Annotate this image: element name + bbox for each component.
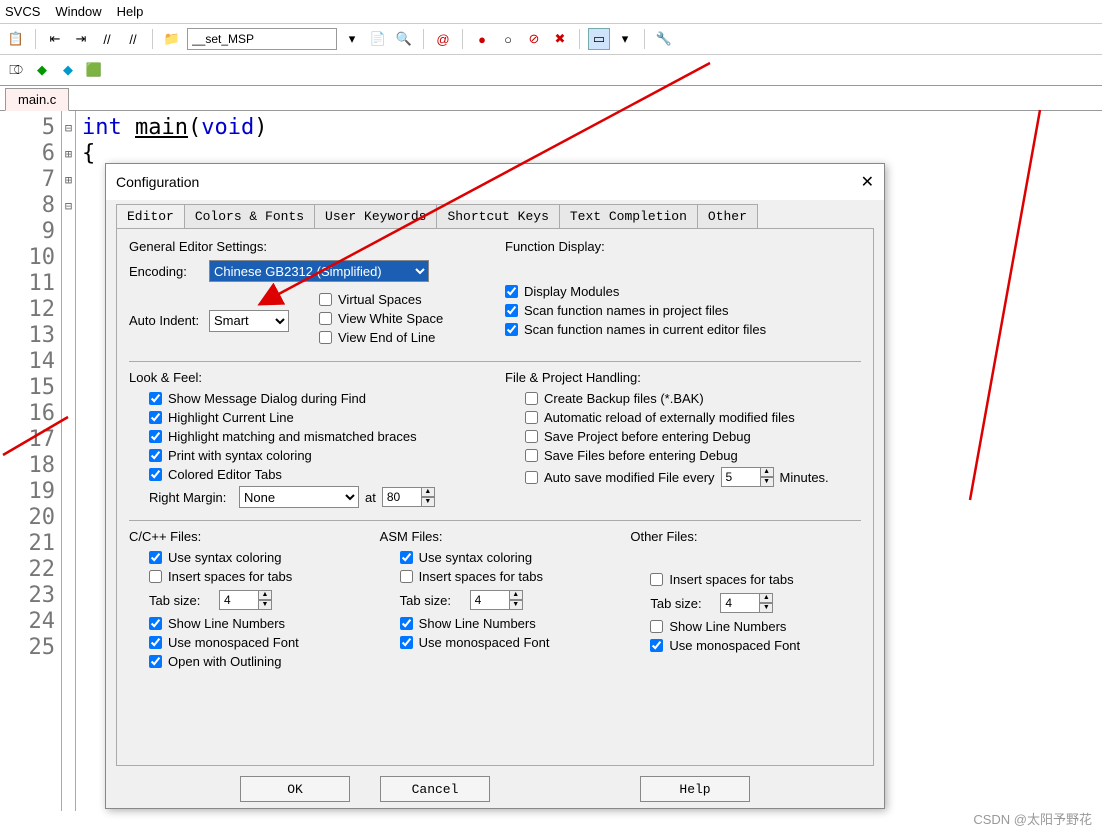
cb-print-syn[interactable] bbox=[149, 449, 162, 462]
fph-title: File & Project Handling: bbox=[505, 370, 861, 385]
tab-shortcut[interactable]: Shortcut Keys bbox=[436, 204, 559, 228]
look-title: Look & Feel: bbox=[129, 370, 485, 385]
menu-help[interactable]: Help bbox=[117, 4, 144, 19]
panel-dropdown-icon[interactable]: ▾ bbox=[614, 28, 636, 50]
cb-asm-mono[interactable] bbox=[400, 636, 413, 649]
cb-virtual-spaces[interactable] bbox=[319, 293, 332, 306]
tab-keywords[interactable]: User Keywords bbox=[314, 204, 437, 228]
tool-icon[interactable]: 📋 bbox=[5, 28, 27, 50]
rmargin-at-input[interactable] bbox=[382, 487, 422, 507]
binoculars-icon[interactable]: 🔍 bbox=[393, 28, 415, 50]
tab-textcomp[interactable]: Text Completion bbox=[559, 204, 698, 228]
fold-column: ⊟⊞⊞⊟ bbox=[62, 111, 76, 811]
tab-main-c[interactable]: main.c bbox=[5, 88, 69, 111]
menu-svcs[interactable]: SVCS bbox=[5, 4, 40, 19]
dialog-titlebar: Configuration ✕ bbox=[106, 164, 884, 200]
menu-window[interactable]: Window bbox=[55, 4, 101, 19]
encoding-label: Encoding: bbox=[129, 264, 209, 279]
toolbar-1: 📋 ⇤ ⇥ // // 📁 ▾ 📄 🔍 @ ● ○ ⊘ ✖ ▭ ▾ 🔧 bbox=[0, 24, 1102, 55]
tree-icon[interactable]: ⎄ bbox=[5, 59, 27, 81]
cb-ccpp-ln[interactable] bbox=[149, 617, 162, 630]
cb-asm-ln[interactable] bbox=[400, 617, 413, 630]
cb-disp-modules[interactable] bbox=[505, 285, 518, 298]
cb-ccpp-mono[interactable] bbox=[149, 636, 162, 649]
dialog-title: Configuration bbox=[116, 174, 199, 190]
close-icon[interactable]: ✕ bbox=[861, 172, 874, 192]
cb-view-eol[interactable] bbox=[319, 331, 332, 344]
indent-right-icon[interactable]: ⇥ bbox=[70, 28, 92, 50]
general-title: General Editor Settings: bbox=[129, 239, 485, 254]
tab-other[interactable]: Other bbox=[697, 204, 758, 228]
cb-other-ln[interactable] bbox=[650, 620, 663, 633]
cb-ccpp-ins[interactable] bbox=[149, 570, 162, 583]
cube-icon[interactable]: 🟩 bbox=[83, 59, 105, 81]
autosave-minutes-input[interactable] bbox=[721, 467, 761, 487]
cb-autosave[interactable] bbox=[525, 471, 538, 484]
rmargin-select[interactable]: None bbox=[239, 486, 359, 508]
diamond-green-icon[interactable]: ◆ bbox=[31, 59, 53, 81]
folder-icon[interactable]: 📁 bbox=[161, 28, 183, 50]
cb-save-proj[interactable] bbox=[525, 430, 538, 443]
line-numbers: 5678910111213141516171819202122232425 bbox=[0, 111, 62, 811]
autoindent-label: Auto Indent: bbox=[129, 313, 209, 328]
config-dialog: Configuration ✕ Editor Colors & Fonts Us… bbox=[105, 163, 885, 809]
dialog-buttons: OK Cancel Help bbox=[106, 776, 884, 812]
cb-other-mono[interactable] bbox=[650, 639, 663, 652]
cancel-button[interactable]: Cancel bbox=[380, 776, 490, 802]
ccpp-tabsize-input[interactable] bbox=[219, 590, 259, 610]
dialog-body: General Editor Settings: Encoding: Chine… bbox=[116, 228, 874, 766]
rmargin-label: Right Margin: bbox=[149, 490, 239, 505]
panel-icon[interactable]: ▭ bbox=[588, 28, 610, 50]
file-tabs: main.c bbox=[0, 86, 1102, 111]
other-title: Other Files: bbox=[630, 529, 861, 544]
uncomment-icon[interactable]: // bbox=[122, 28, 144, 50]
asm-tabsize-input[interactable] bbox=[470, 590, 510, 610]
cb-bak[interactable] bbox=[525, 392, 538, 405]
tab-colors[interactable]: Colors & Fonts bbox=[184, 204, 315, 228]
asm-title: ASM Files: bbox=[380, 529, 611, 544]
toolbar-2: ⎄ ◆ ◆ 🟩 bbox=[0, 55, 1102, 86]
cb-other-ins[interactable] bbox=[650, 573, 663, 586]
encoding-select[interactable]: Chinese GB2312 (Simplified) bbox=[209, 260, 429, 282]
cb-scan-proj[interactable] bbox=[505, 304, 518, 317]
dropdown-icon[interactable]: ▾ bbox=[341, 28, 363, 50]
cb-ccpp-syn[interactable] bbox=[149, 551, 162, 564]
indent-left-icon[interactable]: ⇤ bbox=[44, 28, 66, 50]
cb-save-files[interactable] bbox=[525, 449, 538, 462]
cb-view-ws[interactable] bbox=[319, 312, 332, 325]
func-title: Function Display: bbox=[505, 239, 861, 254]
menu-bar: SVCS Window Help bbox=[0, 0, 1102, 24]
watermark: CSDN @太阳予野花 bbox=[973, 809, 1092, 828]
diamond-blue-icon[interactable]: ◆ bbox=[57, 59, 79, 81]
wrench-icon[interactable]: 🔧 bbox=[653, 28, 675, 50]
at-icon[interactable]: @ bbox=[432, 28, 454, 50]
tab-editor[interactable]: Editor bbox=[116, 204, 185, 228]
cb-ccpp-outline[interactable] bbox=[149, 655, 162, 668]
record-icon[interactable]: ● bbox=[471, 28, 493, 50]
autoindent-select[interactable]: Smart bbox=[209, 310, 289, 332]
dialog-tabs: Editor Colors & Fonts User Keywords Shor… bbox=[106, 200, 884, 228]
cb-scan-cur[interactable] bbox=[505, 323, 518, 336]
link-icon[interactable]: ⊘ bbox=[523, 28, 545, 50]
cb-asm-syn[interactable] bbox=[400, 551, 413, 564]
ccpp-title: C/C++ Files: bbox=[129, 529, 360, 544]
other-tabsize-input[interactable] bbox=[720, 593, 760, 613]
cb-msg-dlg[interactable] bbox=[149, 392, 162, 405]
cb-reload[interactable] bbox=[525, 411, 538, 424]
cb-col-tabs[interactable] bbox=[149, 468, 162, 481]
cb-hl-line[interactable] bbox=[149, 411, 162, 424]
cb-hl-brace[interactable] bbox=[149, 430, 162, 443]
ok-button[interactable]: OK bbox=[240, 776, 350, 802]
circle-icon[interactable]: ○ bbox=[497, 28, 519, 50]
help-button[interactable]: Help bbox=[640, 776, 750, 802]
comment-icon[interactable]: // bbox=[96, 28, 118, 50]
cb-asm-ins[interactable] bbox=[400, 570, 413, 583]
doc-icon[interactable]: 📄 bbox=[367, 28, 389, 50]
delete-icon[interactable]: ✖ bbox=[549, 28, 571, 50]
search-symbol-input[interactable] bbox=[187, 28, 337, 50]
